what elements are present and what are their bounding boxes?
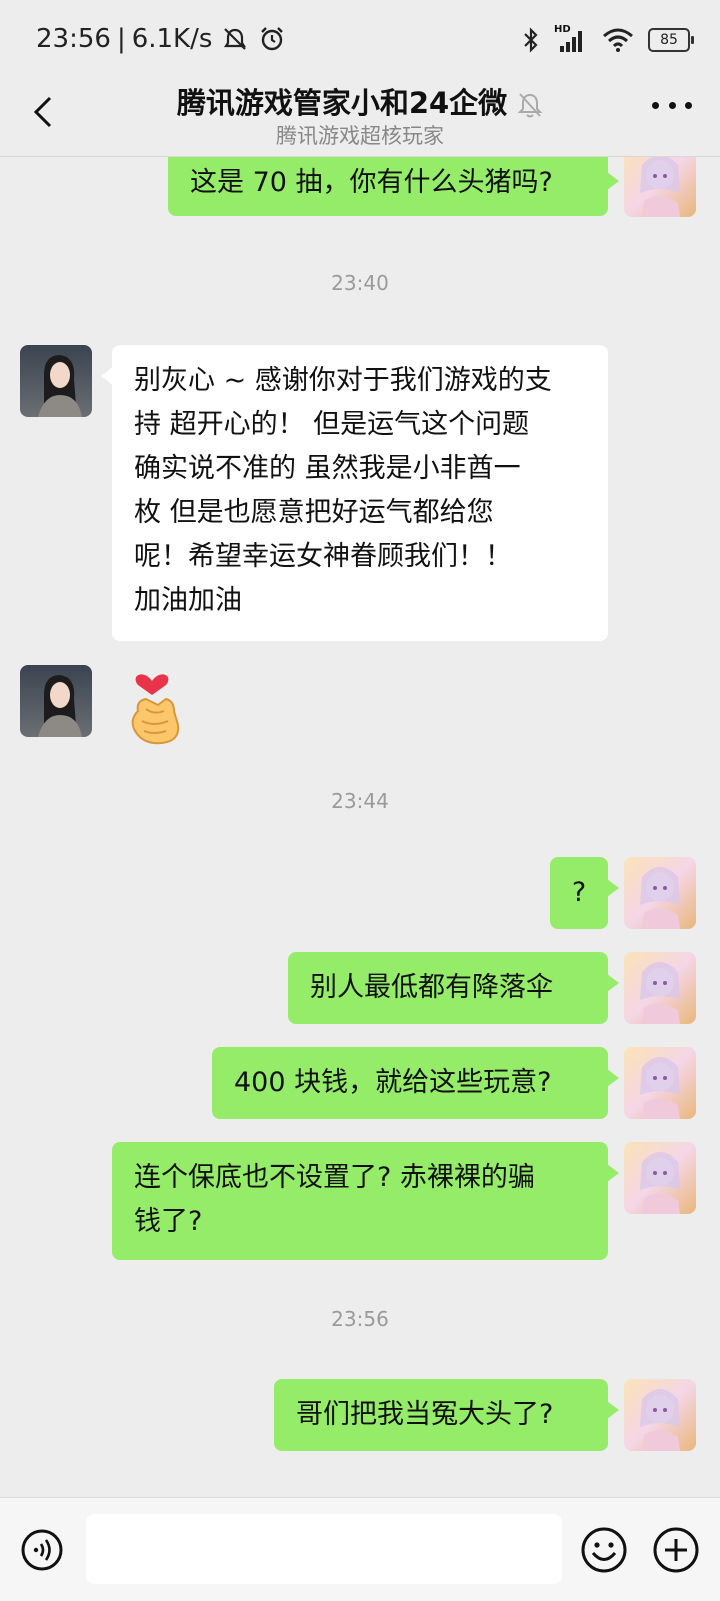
wifi-icon [603,28,633,52]
contact-avatar[interactable] [20,665,92,737]
bluetooth-icon [524,27,538,53]
alarm-clock-icon [261,27,284,51]
timestamp: 23:40 [331,271,389,295]
timestamp: 23:56 [331,1307,389,1331]
user-avatar[interactable] [624,952,696,1024]
signal-icon: HD [554,24,588,54]
message-bubble-sent[interactable]: 400 块钱，就给这些玩意? [212,1047,619,1119]
chat-header: 腾讯游戏管家小和24企微 腾讯游戏超核玩家 [0,80,720,157]
user-avatar[interactable] [624,1379,696,1451]
chat-subtitle: 腾讯游戏超核玩家 [276,124,444,148]
network-speed: 6.1K/s [131,24,213,54]
user-avatar[interactable] [624,157,696,217]
more-icon[interactable] [652,102,692,118]
timestamp: 23:44 [331,789,389,813]
user-avatar[interactable] [624,1142,696,1214]
message-bubble-received[interactable]: 别灰心 ~ 感谢你对于我们游戏的支 持 超开心的！ 但是运气这个问题 确实说不准… [101,345,608,641]
user-avatar[interactable] [624,1047,696,1119]
finger-heart-sticker[interactable] [124,665,190,747]
message-bubble-sent[interactable]: 这是 70 抽，你有什么头猪吗? [168,157,619,216]
alarm-off-icon [224,28,247,50]
plus-icon[interactable] [652,1526,700,1574]
bell-off-icon [517,93,543,118]
contact-avatar[interactable] [20,345,92,417]
voice-icon[interactable] [20,1528,64,1572]
user-avatar[interactable] [624,857,696,929]
message-input[interactable] [86,1514,562,1584]
message-bubble-sent[interactable]: 别人最低都有降落伞 [288,952,619,1024]
message-list[interactable]: 这是 70 抽，你有什么头猪吗? 23:40 别灰心 ~ 感谢你对于我们游戏的支… [0,157,720,1497]
emoji-icon[interactable] [580,1526,628,1574]
message-bubble-sent[interactable]: ? [550,857,619,929]
chat-title-row: 腾讯游戏管家小和24企微 [0,80,720,122]
status-bar: 23:56 | 6.1K/s HD 85 [0,0,720,80]
clock: 23:56 [36,24,111,54]
input-bar [0,1497,720,1601]
chat-title: 腾讯游戏管家小和24企微 [176,86,508,120]
message-bubble-sent[interactable]: 哥们把我当冤大头了? [274,1379,619,1451]
battery-indicator: 85 [648,28,694,52]
message-bubble-sent[interactable]: 连个保底也不设置了? 赤裸裸的骗 钱了? [112,1142,619,1260]
